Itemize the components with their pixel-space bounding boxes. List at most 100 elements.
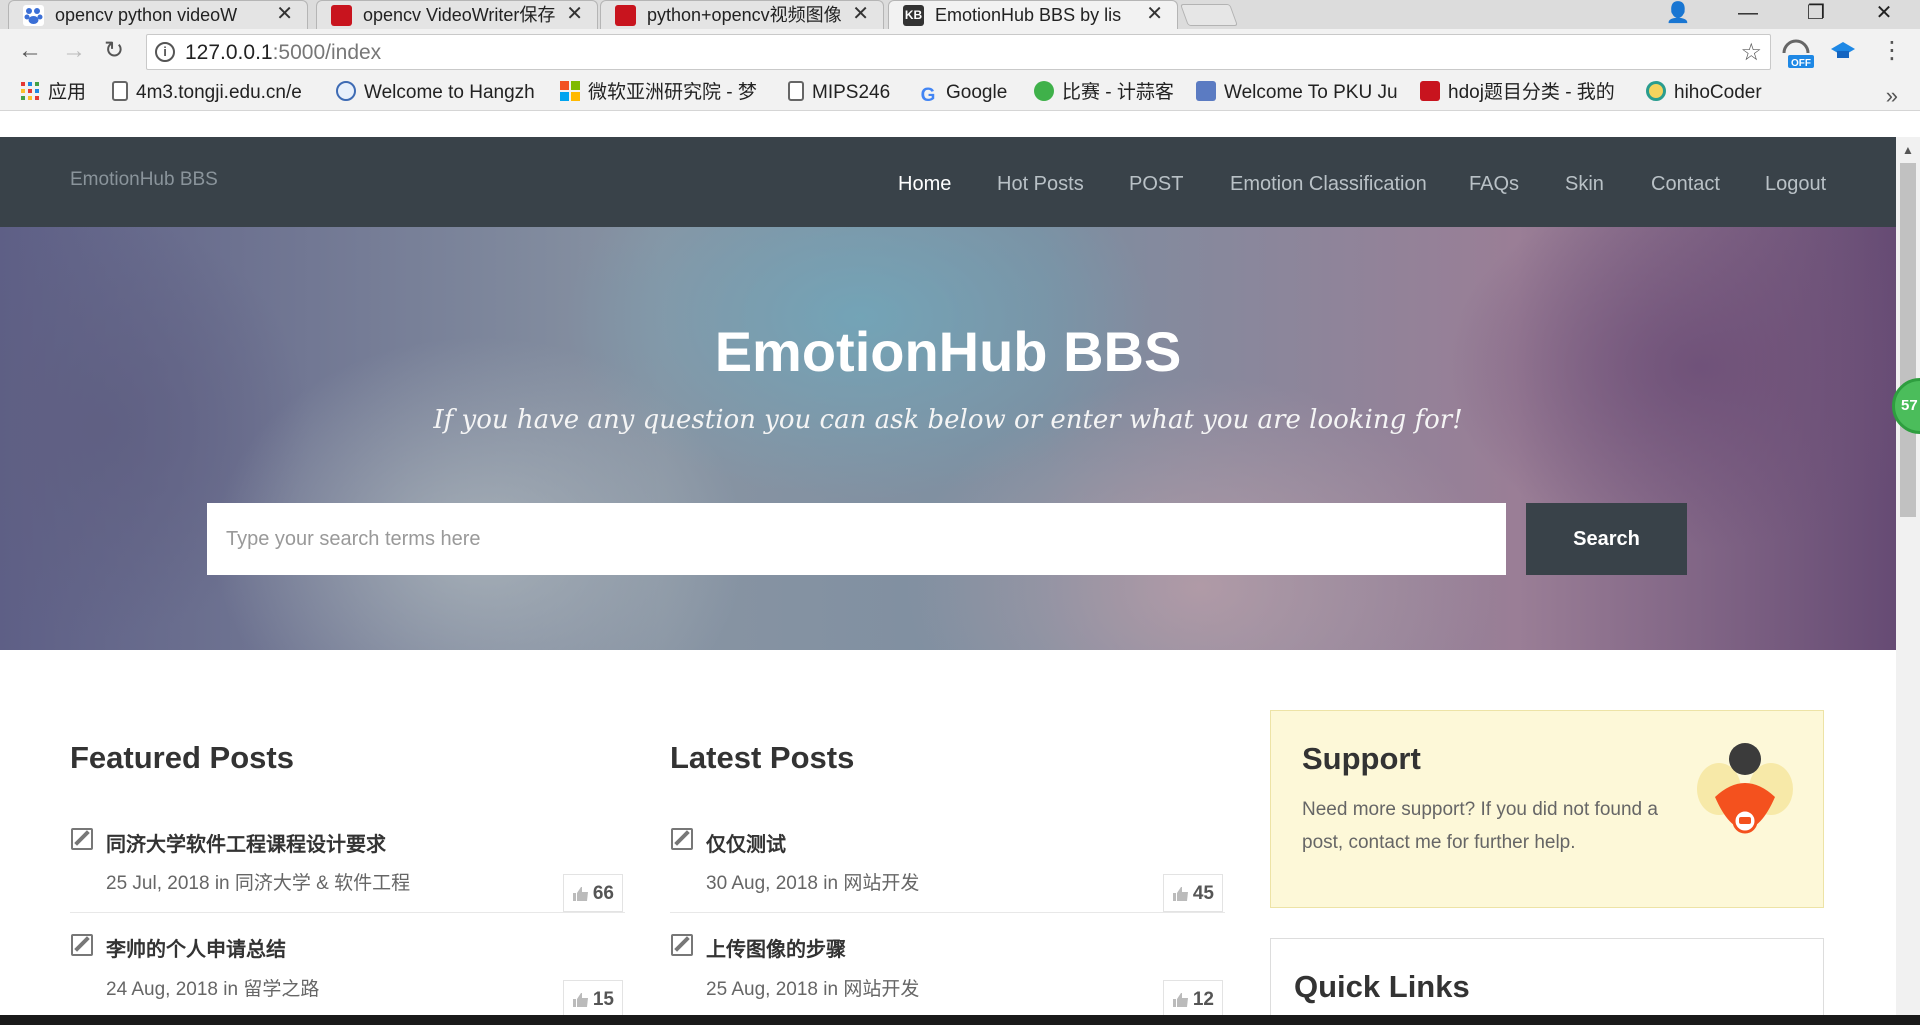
minimize-button[interactable]: — bbox=[1720, 0, 1776, 29]
bookmark-item[interactable]: 应用 bbox=[20, 81, 100, 107]
thumbs-up-icon bbox=[1173, 993, 1188, 1007]
url-host: 127.0.0.1 bbox=[185, 41, 273, 64]
nav-contact[interactable]: Contact bbox=[1651, 173, 1720, 196]
quick-links-panel: Quick Links bbox=[1270, 938, 1824, 1025]
like-counter[interactable]: 12 bbox=[1163, 980, 1223, 1018]
latest-posts-title: Latest Posts bbox=[670, 740, 855, 775]
close-tab-icon[interactable]: ✕ bbox=[1146, 3, 1163, 25]
extension-badge-text: OFF bbox=[1791, 58, 1811, 69]
post-category[interactable]: 同济大学 & 软件工程 bbox=[235, 873, 410, 894]
browser-tab-active[interactable]: KB EmotionHub BBS by lis ✕ bbox=[888, 0, 1178, 29]
post-category[interactable]: 网站开发 bbox=[843, 873, 919, 894]
post-date: 30 Aug, 2018 bbox=[706, 873, 818, 894]
csdn-favicon-icon bbox=[615, 5, 636, 26]
like-count: 12 bbox=[1192, 989, 1214, 1010]
support-panel: Support Need more support? If you did no… bbox=[1270, 710, 1824, 908]
browser-tab[interactable]: python+opencv视频图像 ✕ bbox=[600, 0, 884, 29]
post-meta: 25 Jul, 2018 in 同济大学 & 软件工程 bbox=[106, 868, 410, 895]
page-icon bbox=[788, 81, 804, 101]
back-arrow-icon[interactable]: ← bbox=[18, 37, 42, 65]
nav-skin[interactable]: Skin bbox=[1565, 173, 1604, 196]
scroll-up-arrow-icon[interactable]: ▲ bbox=[1902, 143, 1914, 157]
bookmark-item[interactable]: hdoj题目分类 - 我的 bbox=[1420, 81, 1632, 107]
hero-subtitle: If you have any question you can ask bel… bbox=[433, 405, 1463, 435]
nav-faqs[interactable]: FAQs bbox=[1469, 173, 1519, 196]
thumbs-up-icon bbox=[1173, 887, 1188, 901]
csdn-icon bbox=[1420, 81, 1440, 101]
featured-post-title[interactable]: 李帅的个人申请总结 bbox=[106, 933, 286, 962]
bookmark-label: Welcome to Hangzh bbox=[364, 82, 535, 103]
bookmark-label: Google bbox=[946, 82, 1008, 103]
tab-title: python+opencv视频图像 bbox=[647, 5, 842, 25]
like-count: 66 bbox=[592, 883, 614, 904]
csdn-favicon-icon bbox=[331, 5, 352, 26]
page-scrollbar[interactable]: ▲ bbox=[1896, 137, 1920, 1015]
search-button[interactable]: Search bbox=[1526, 503, 1687, 575]
close-tab-icon[interactable]: ✕ bbox=[276, 3, 293, 25]
bookmark-item[interactable]: 微软亚洲研究院 - 梦 bbox=[560, 81, 770, 107]
browser-tab[interactable]: opencv VideoWriter保存 ✕ bbox=[316, 0, 598, 29]
bookmark-item[interactable]: hihoCoder bbox=[1646, 81, 1776, 107]
like-counter[interactable]: 45 bbox=[1163, 874, 1223, 912]
bookmarks-bar: 应用 4m3.tongji.edu.cn/e Welcome to Hangzh… bbox=[0, 75, 1920, 111]
google-icon: G bbox=[920, 85, 936, 106]
bookmark-label: MIPS246 bbox=[812, 82, 891, 103]
post-date: 25 Jul, 2018 bbox=[106, 873, 210, 894]
post-meta: 30 Aug, 2018 in 网站开发 bbox=[706, 868, 919, 895]
like-counter[interactable]: 15 bbox=[563, 980, 623, 1018]
extension-off-icon[interactable]: OFF bbox=[1780, 37, 1814, 69]
bookmark-item[interactable]: Welcome To PKU Ju bbox=[1196, 81, 1402, 107]
browser-tab[interactable]: opencv python videoW ✕ bbox=[8, 0, 308, 29]
quick-links-title: Quick Links bbox=[1294, 969, 1470, 1004]
scrollbar-thumb[interactable] bbox=[1900, 163, 1916, 517]
maximize-button[interactable]: ❐ bbox=[1788, 0, 1844, 29]
nav-emotion-classification[interactable]: Emotion Classification bbox=[1230, 173, 1427, 196]
bookmark-item[interactable]: Welcome to Hangzh bbox=[336, 81, 542, 107]
site-brand[interactable]: EmotionHub BBS bbox=[70, 169, 218, 191]
site-info-icon[interactable]: i bbox=[155, 42, 175, 62]
latest-post-title[interactable]: 上传图像的步骤 bbox=[706, 933, 846, 962]
url-path: :5000/index bbox=[272, 41, 382, 64]
browser-toolbar: ← → ↻ i 127.0.0.1:5000/index ☆ OFF ⋮ bbox=[0, 29, 1920, 75]
post-category[interactable]: 网站开发 bbox=[843, 979, 919, 1000]
nav-logout[interactable]: Logout bbox=[1765, 173, 1826, 196]
new-tab-button[interactable] bbox=[1179, 4, 1239, 26]
reload-icon[interactable]: ↻ bbox=[104, 37, 124, 65]
post-in: in bbox=[223, 979, 239, 1000]
search-input[interactable]: Type your search terms here bbox=[207, 503, 1506, 575]
featured-post-title[interactable]: 同济大学软件工程课程设计要求 bbox=[106, 828, 386, 857]
bookmark-item[interactable]: G Google bbox=[918, 81, 1018, 107]
nav-hot-posts[interactable]: Hot Posts bbox=[997, 173, 1084, 196]
jisuanke-icon bbox=[1034, 81, 1054, 101]
close-tab-icon[interactable]: ✕ bbox=[566, 3, 583, 25]
close-window-button[interactable]: ✕ bbox=[1856, 0, 1912, 29]
more-bookmarks-chevron-icon[interactable]: » bbox=[1886, 83, 1898, 109]
url-text[interactable]: 127.0.0.1:5000/index bbox=[185, 41, 381, 65]
post-category[interactable]: 留学之路 bbox=[243, 979, 319, 1000]
profile-icon[interactable]: 👤 bbox=[1650, 0, 1706, 29]
baidu-favicon-icon bbox=[23, 5, 44, 26]
hero-title: EmotionHub BBS bbox=[714, 320, 1182, 383]
tab-title: EmotionHub BBS by lis bbox=[935, 5, 1122, 25]
post-in: in bbox=[823, 873, 839, 894]
address-bar[interactable]: i 127.0.0.1:5000/index ☆ bbox=[146, 34, 1771, 70]
post-in: in bbox=[823, 979, 839, 1000]
latest-post-title[interactable]: 仅仅测试 bbox=[706, 828, 786, 857]
bookmark-item[interactable]: 比赛 - 计蒜客 bbox=[1034, 81, 1189, 107]
bookmark-item[interactable]: MIPS246 bbox=[788, 81, 903, 107]
page-icon bbox=[112, 81, 128, 101]
graduation-cap-icon[interactable] bbox=[1830, 39, 1856, 68]
browser-tab-strip: opencv python videoW ✕ opencv VideoWrite… bbox=[0, 0, 1920, 29]
nav-post[interactable]: POST bbox=[1129, 173, 1183, 196]
like-counter[interactable]: 66 bbox=[563, 874, 623, 912]
bookmark-star-icon[interactable]: ☆ bbox=[1740, 38, 1762, 67]
menu-kebab-icon[interactable]: ⋮ bbox=[1880, 37, 1904, 65]
close-tab-icon[interactable]: ✕ bbox=[852, 3, 869, 25]
edit-post-icon bbox=[71, 934, 93, 956]
featured-posts-title: Featured Posts bbox=[70, 740, 294, 775]
nav-home[interactable]: Home bbox=[898, 173, 951, 196]
edit-post-icon bbox=[71, 828, 93, 850]
bookmark-item[interactable]: 4m3.tongji.edu.cn/e bbox=[112, 81, 317, 107]
support-agent-icon bbox=[1697, 743, 1793, 834]
forward-arrow-icon[interactable]: → bbox=[62, 37, 86, 65]
